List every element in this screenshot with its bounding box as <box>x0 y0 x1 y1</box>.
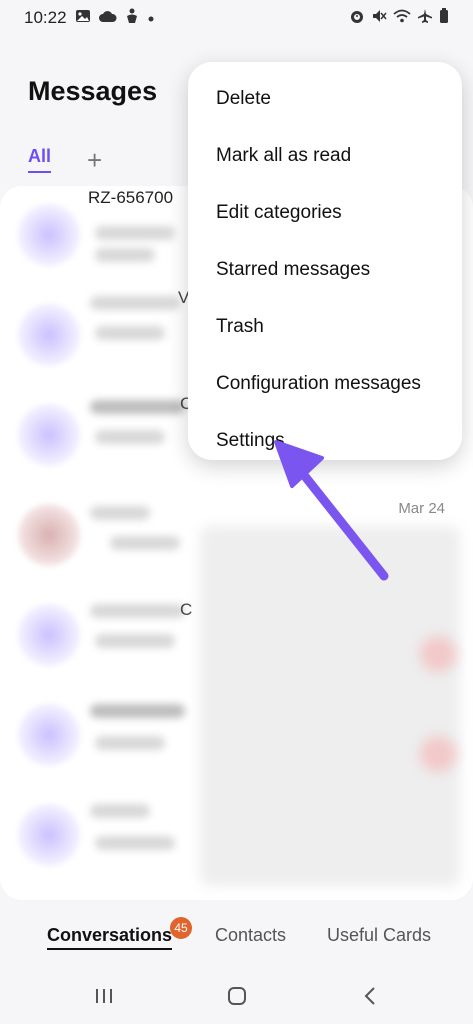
system-nav-bar <box>0 972 473 1024</box>
conversation-name-partial: C <box>180 600 193 619</box>
avatar <box>18 504 80 566</box>
menu-item-mark-all-read[interactable]: Mark all as read <box>188 127 462 184</box>
conversation-date: Mar 24 <box>398 500 445 517</box>
unread-badge: 45 <box>170 917 192 939</box>
menu-item-trash[interactable]: Trash <box>188 298 462 355</box>
menu-item-settings[interactable]: Settings <box>188 412 462 469</box>
alarm-icon <box>349 8 365 29</box>
avatar <box>18 804 80 866</box>
avatar <box>18 604 80 666</box>
tab-contacts[interactable]: Contacts <box>215 925 286 946</box>
status-left: 10:22 <box>24 8 155 29</box>
status-time: 10:22 <box>24 8 67 27</box>
tab-conversations[interactable]: Conversations <box>47 925 173 950</box>
mute-icon <box>371 8 387 29</box>
avatar <box>18 304 80 366</box>
avatar <box>18 204 80 266</box>
page-title: Messages <box>28 76 158 106</box>
gallery-icon <box>75 8 91 28</box>
cloud-icon <box>98 8 117 28</box>
accessibility-icon <box>125 8 139 29</box>
status-right <box>349 7 449 29</box>
home-icon[interactable] <box>223 982 251 1010</box>
tab-useful-cards[interactable]: Useful Cards <box>327 925 431 946</box>
add-category-button[interactable]: + <box>87 147 102 173</box>
menu-item-edit-categories[interactable]: Edit categories <box>188 184 462 241</box>
dot-icon <box>147 8 155 28</box>
battery-icon <box>439 7 449 29</box>
tab-all[interactable]: All <box>28 146 52 173</box>
recent-apps-icon[interactable] <box>90 982 118 1010</box>
status-bar: 10:22 <box>0 0 473 36</box>
overflow-menu: Delete Mark all as read Edit categories … <box>188 62 462 460</box>
filter-tabs: All + <box>28 146 102 173</box>
menu-item-delete[interactable]: Delete <box>188 70 462 127</box>
avatar <box>18 704 80 766</box>
wifi-icon <box>393 8 411 28</box>
menu-item-starred-messages[interactable]: Starred messages <box>188 241 462 298</box>
back-icon[interactable] <box>356 982 384 1010</box>
airplane-icon <box>417 8 433 29</box>
bottom-tab-bar: Conversations 45 Contacts Useful Cards <box>0 905 473 965</box>
avatar <box>18 404 80 466</box>
menu-item-configuration-messages[interactable]: Configuration messages <box>188 355 462 412</box>
